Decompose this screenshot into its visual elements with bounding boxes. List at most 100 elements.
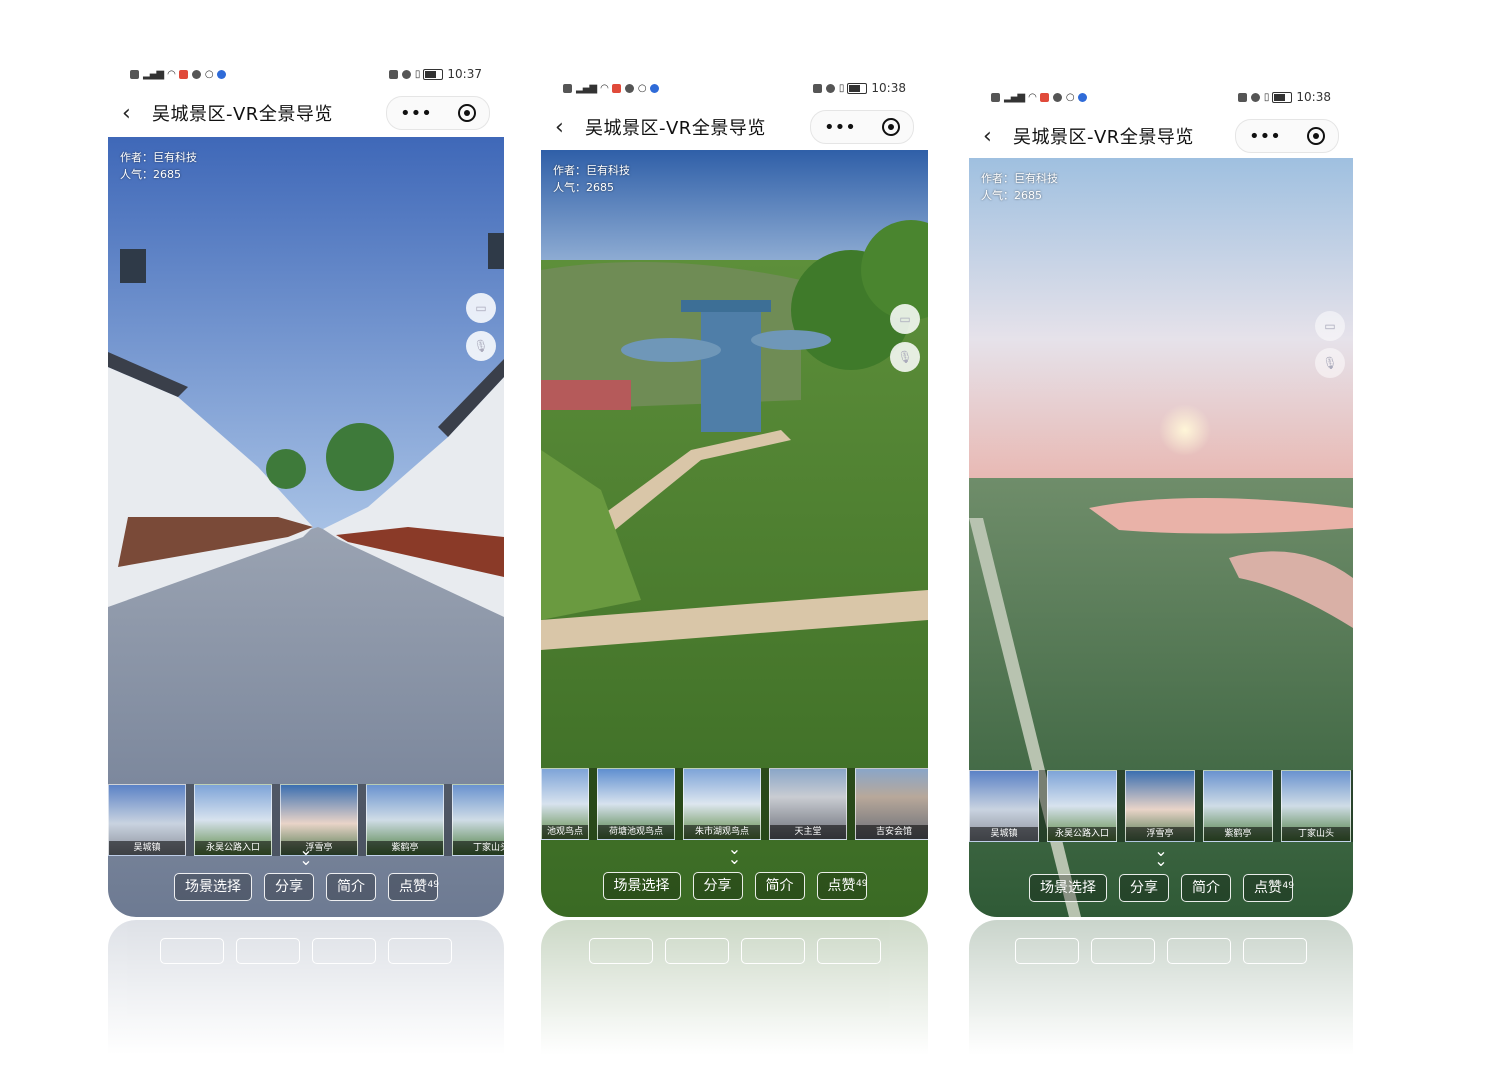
- phone-screen-1: ▂▄▆ ◠ ○ ▯ 10:37 ‹ 吴城景区-VR全景导览 ••• 作者：巨有科…: [108, 60, 504, 917]
- collapse-chevron-icon[interactable]: ⌄ ⌄: [299, 842, 312, 868]
- share-button[interactable]: 分享: [264, 873, 314, 901]
- scene-thumbnail[interactable]: 朱市湖观鸟点: [683, 768, 761, 840]
- phone-screen-2: ▂▄▆ ◠ ○ ▯ 10:38 ‹ 吴城景区-VR全景导览 ••• 作者：巨有科…: [541, 74, 928, 917]
- nfc-icon: [130, 69, 139, 79]
- app-badge-icon: [178, 69, 188, 79]
- app-badge-icon: [1039, 92, 1049, 102]
- vr-glasses-icon[interactable]: ▭: [466, 293, 496, 323]
- scene-thumbnail[interactable]: 浮雪亭: [1125, 770, 1195, 842]
- scene-select-button[interactable]: 场景选择: [174, 873, 252, 901]
- reflection: [108, 920, 504, 1070]
- like-count: 49: [1282, 881, 1294, 891]
- intro-button[interactable]: 简介: [326, 873, 376, 901]
- back-icon[interactable]: ‹: [983, 124, 1013, 149]
- alarm-icon: [1250, 92, 1260, 102]
- scene-select-button[interactable]: 场景选择: [602, 872, 681, 900]
- close-icon[interactable]: [881, 118, 900, 136]
- collapse-chevron-icon[interactable]: ⌄ ⌄: [1154, 843, 1167, 869]
- scene-thumbnail-strip[interactable]: 吴城镇 永昊公路入口 浮雪亭 紫鹤亭 丁家山头: [969, 770, 1353, 842]
- close-icon[interactable]: [1306, 127, 1325, 145]
- page-title: 吴城景区-VR全景导览: [585, 118, 766, 139]
- notification-icon: [1077, 92, 1087, 102]
- battery-icon: [1272, 91, 1293, 103]
- author-info: 作者：巨有科技 人气：2685: [553, 162, 630, 196]
- author-label: 作者：巨有科技: [981, 172, 1058, 185]
- reflection: [969, 920, 1353, 1070]
- page-title: 吴城景区-VR全景导览: [1013, 127, 1194, 148]
- wifi-icon: ◠: [167, 68, 176, 80]
- microphone-icon[interactable]: 🎙: [466, 331, 496, 361]
- like-button[interactable]: 点赞 49: [816, 872, 868, 900]
- scene-thumbnail[interactable]: 丁家山头: [452, 784, 504, 856]
- microphone-icon[interactable]: 🎙: [1315, 348, 1345, 378]
- page-title: 吴城景区-VR全景导览: [152, 104, 333, 125]
- signal-icon: ▂▄▆: [1004, 91, 1025, 103]
- scene-thumbnail-strip[interactable]: 池观鸟点 荷塘池观鸟点 朱市湖观鸟点 天主堂 吉安会馆: [541, 768, 928, 840]
- nfc-icon: [812, 83, 822, 93]
- vibrate-icon: ▯: [1263, 91, 1269, 103]
- like-count: 49: [427, 880, 439, 890]
- intro-button[interactable]: 简介: [754, 872, 805, 900]
- wifi-icon: ◠: [600, 82, 609, 94]
- panorama-view[interactable]: 作者：巨有科技 人气：2685 ▭ 🎙 吴城镇 永昊公路入口 浮雪亭 紫鹤亭 丁…: [108, 137, 504, 917]
- notification-icon: [649, 83, 659, 93]
- scene-thumbnail[interactable]: 浮雪亭: [280, 784, 358, 856]
- scene-thumbnail[interactable]: 天主堂: [769, 768, 847, 840]
- scene-thumbnail[interactable]: 丁家山头: [1281, 770, 1351, 842]
- back-icon[interactable]: ‹: [555, 115, 585, 140]
- collapse-chevron-icon[interactable]: ⌄ ⌄: [728, 841, 741, 867]
- battery-icon: [847, 82, 868, 94]
- more-icon[interactable]: •••: [400, 103, 432, 124]
- nav-bar: ‹ 吴城景区-VR全景导览 •••: [541, 106, 928, 148]
- share-button[interactable]: 分享: [1119, 874, 1169, 902]
- clock: 10:38: [871, 81, 906, 95]
- chat-icon: [624, 83, 634, 93]
- vr-glasses-icon[interactable]: ▭: [890, 304, 920, 334]
- scene-thumbnail[interactable]: 荷塘池观鸟点: [597, 768, 675, 840]
- action-bar: 场景选择 分享 简介 点赞 49: [969, 874, 1353, 902]
- more-icon[interactable]: •••: [824, 117, 856, 138]
- microphone-icon[interactable]: 🎙: [890, 342, 920, 372]
- status-bar: ▂▄▆ ◠ ○ ▯ 10:38: [541, 74, 928, 102]
- scene-thumbnail[interactable]: 吴城镇: [969, 770, 1039, 842]
- nfc-icon: [991, 92, 1000, 102]
- nav-bar: ‹ 吴城景区-VR全景导览 •••: [969, 115, 1353, 157]
- notification-icon: [216, 69, 226, 79]
- scene-thumbnail[interactable]: 吉安会馆: [855, 768, 928, 840]
- intro-button[interactable]: 简介: [1181, 874, 1231, 902]
- more-icon[interactable]: •••: [1249, 126, 1281, 147]
- like-button[interactable]: 点赞 49: [1243, 874, 1294, 902]
- vibrate-icon: ▯: [838, 82, 844, 94]
- share-button[interactable]: 分享: [692, 872, 743, 900]
- action-bar: 场景选择 分享 简介 点赞 49: [108, 873, 504, 901]
- popularity-label: 人气：2685: [553, 181, 614, 194]
- nfc-icon: [1237, 92, 1247, 102]
- panorama-view[interactable]: 作者：巨有科技 人气：2685 ▭ 🎙 吴城镇 永昊公路入口 浮雪亭 紫鹤亭 丁…: [969, 158, 1353, 917]
- search-icon: ○: [204, 68, 214, 80]
- clock: 10:37: [447, 67, 482, 81]
- clock: 10:38: [1296, 90, 1331, 104]
- like-button[interactable]: 点赞 49: [388, 873, 439, 901]
- scene-thumbnail[interactable]: 吴城镇: [108, 784, 186, 856]
- signal-icon: ▂▄▆: [143, 68, 164, 80]
- scene-thumbnail[interactable]: 紫鹤亭: [1203, 770, 1273, 842]
- wifi-icon: ◠: [1028, 91, 1037, 103]
- scene-thumbnail[interactable]: 永昊公路入口: [1047, 770, 1117, 842]
- close-icon[interactable]: [457, 104, 476, 122]
- scene-thumbnail[interactable]: 永昊公路入口: [194, 784, 272, 856]
- scene-thumbnail[interactable]: 紫鹤亭: [366, 784, 444, 856]
- mini-program-capsule: •••: [810, 110, 914, 144]
- search-icon: ○: [1065, 91, 1075, 103]
- signal-icon: ▂▄▆: [576, 82, 597, 94]
- panorama-view[interactable]: 作者：巨有科技 人气：2685 ▭ 🎙 池观鸟点 荷塘池观鸟点 朱市湖观鸟点 天…: [541, 150, 928, 917]
- vibrate-icon: ▯: [414, 68, 420, 80]
- reflection: [541, 920, 928, 1070]
- author-info: 作者：巨有科技 人气：2685: [120, 149, 197, 183]
- back-icon[interactable]: ‹: [122, 101, 152, 126]
- scene-thumbnail[interactable]: 池观鸟点: [541, 768, 589, 840]
- alarm-icon: [825, 83, 835, 93]
- scene-select-button[interactable]: 场景选择: [1029, 874, 1107, 902]
- vr-glasses-icon[interactable]: ▭: [1315, 311, 1345, 341]
- chat-icon: [191, 69, 201, 79]
- popularity-label: 人气：2685: [120, 168, 181, 181]
